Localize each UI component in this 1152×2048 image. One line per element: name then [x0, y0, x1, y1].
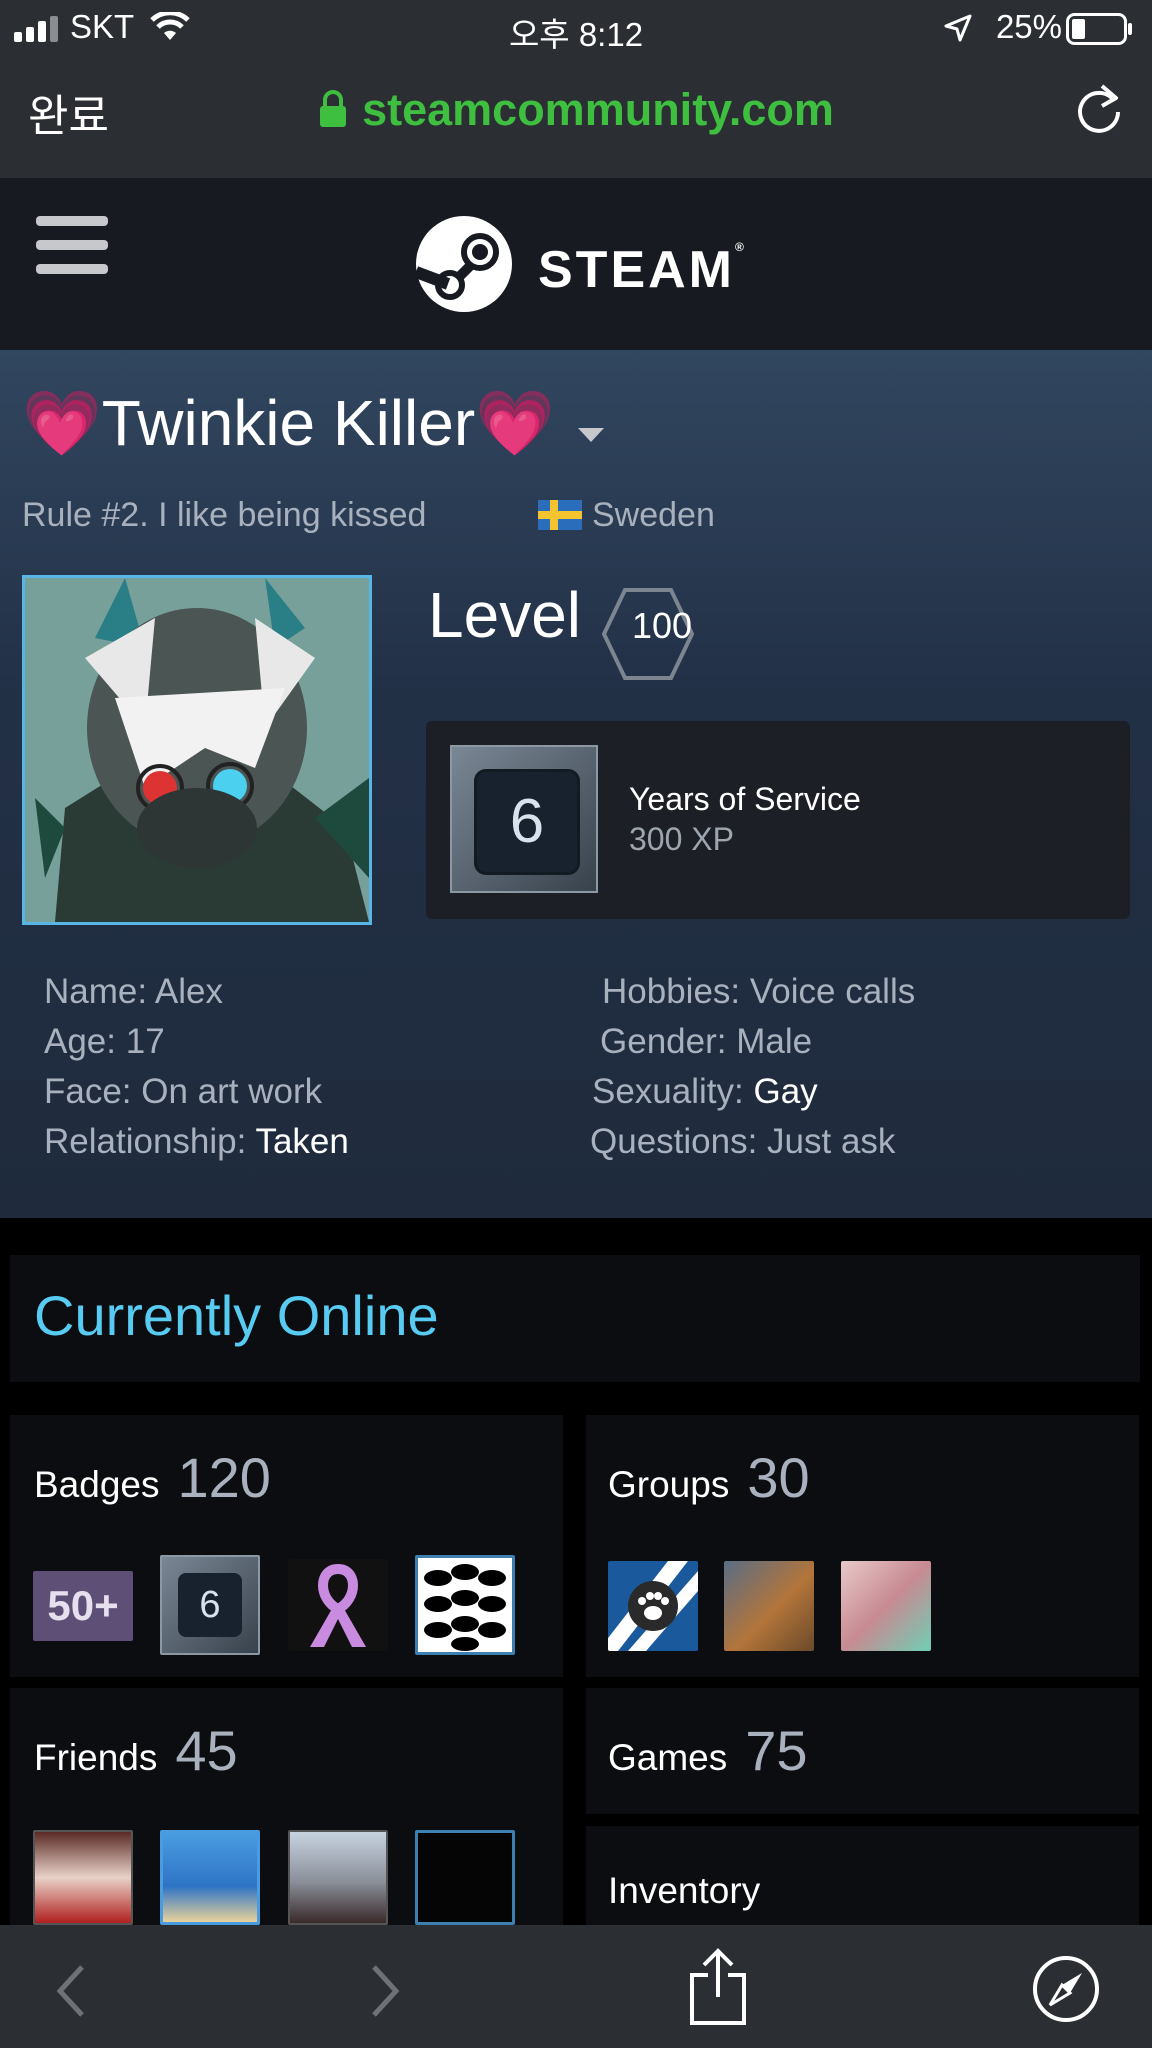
- location-arrow-icon: [944, 14, 972, 42]
- steam-wordmark: STEAM®: [538, 240, 747, 299]
- profile-country: Sweden: [538, 496, 715, 535]
- badge-xp: 300 XP: [629, 821, 734, 857]
- info-row: Relationship: Taken: [44, 1122, 349, 1161]
- badge-years-of-service[interactable]: 6: [160, 1555, 260, 1655]
- level-label: Level: [428, 579, 581, 651]
- share-icon[interactable]: [688, 1947, 748, 2027]
- group-avatar[interactable]: [841, 1561, 931, 1651]
- profile-avatar[interactable]: [22, 575, 372, 925]
- clock: 오후 8:12: [508, 16, 644, 53]
- friend-avatar[interactable]: [288, 1830, 388, 1925]
- steam-logo-icon[interactable]: [414, 214, 514, 314]
- friends-card[interactable]: Friends 45: [10, 1688, 563, 1925]
- badge-number: 6: [474, 769, 580, 875]
- games-header[interactable]: Games 75: [608, 1718, 808, 1783]
- eyes-icon: [424, 1564, 506, 1651]
- badge-title: Years of Service: [629, 781, 861, 817]
- steam-header: STEAM®: [0, 178, 1152, 350]
- info-row: Sexuality: Gay: [592, 1072, 818, 1111]
- info-row: Face: On art work: [44, 1072, 323, 1111]
- friend-avatar[interactable]: [415, 1830, 515, 1925]
- hamburger-menu-icon[interactable]: [36, 216, 108, 276]
- back-icon[interactable]: [54, 1963, 88, 2019]
- badge-eyes[interactable]: [415, 1555, 515, 1655]
- url-field[interactable]: steamcommunity.com: [0, 84, 1152, 136]
- info-row: Age: 17: [44, 1022, 165, 1061]
- badge-ribbon[interactable]: [288, 1559, 388, 1651]
- level-number: 100: [631, 605, 693, 646]
- group-avatar[interactable]: [608, 1561, 698, 1651]
- info-row: Gender: Male: [600, 1022, 813, 1061]
- inventory-title[interactable]: Inventory: [608, 1870, 760, 1912]
- inventory-card[interactable]: Inventory: [586, 1826, 1139, 1925]
- reload-icon[interactable]: [1074, 82, 1124, 136]
- years-of-service-badge: 6: [450, 745, 598, 893]
- friends-header[interactable]: Friends 45: [34, 1718, 238, 1783]
- battery-icon: [1066, 13, 1132, 45]
- group-avatar[interactable]: [724, 1561, 814, 1651]
- online-status-panel: Currently Online: [10, 1255, 1140, 1382]
- badges-header[interactable]: Badges 120: [34, 1445, 271, 1510]
- browser-toolbar: [0, 1925, 1152, 2048]
- friend-avatar[interactable]: [33, 1830, 133, 1925]
- games-card[interactable]: Games 75: [586, 1688, 1139, 1814]
- info-row: Questions: Just ask: [590, 1122, 896, 1161]
- status-bar: SKT 오후 8:12 25%: [0, 0, 1152, 58]
- groups-header[interactable]: Groups 30: [608, 1445, 810, 1510]
- safari-compass-icon[interactable]: [1032, 1955, 1100, 2023]
- info-row: Name: Alex: [44, 972, 223, 1011]
- lock-icon: [320, 90, 347, 127]
- info-row: Hobbies: Voice calls: [602, 972, 916, 1011]
- profile-name: 💗Twinkie Killer💗: [22, 387, 555, 459]
- paw-icon: [608, 1561, 698, 1651]
- avatar-image: [25, 578, 369, 922]
- friend-avatar[interactable]: [160, 1830, 260, 1925]
- profile-summary: Rule #2. I like being kissed: [22, 496, 427, 534]
- browser-url-bar: 완료 steamcommunity.com: [0, 58, 1152, 178]
- dropdown-arrow-icon[interactable]: [578, 428, 604, 444]
- badges-card[interactable]: Badges 120 50+ 6: [10, 1415, 563, 1677]
- url-text: steamcommunity.com: [362, 84, 834, 135]
- badge-50-plus[interactable]: 50+: [33, 1571, 133, 1641]
- battery-percent: 25%: [995, 8, 1062, 45]
- sweden-flag-icon: [538, 500, 582, 530]
- online-status: Currently Online: [34, 1284, 439, 1347]
- groups-card[interactable]: Groups 30: [586, 1415, 1139, 1677]
- forward-icon[interactable]: [368, 1963, 402, 2019]
- profile-header: 💗Twinkie Killer💗 Rule #2. I like being k…: [0, 350, 1152, 1218]
- ribbon-icon: [310, 1563, 366, 1647]
- featured-badge[interactable]: 6 Years of Service 300 XP: [426, 721, 1130, 919]
